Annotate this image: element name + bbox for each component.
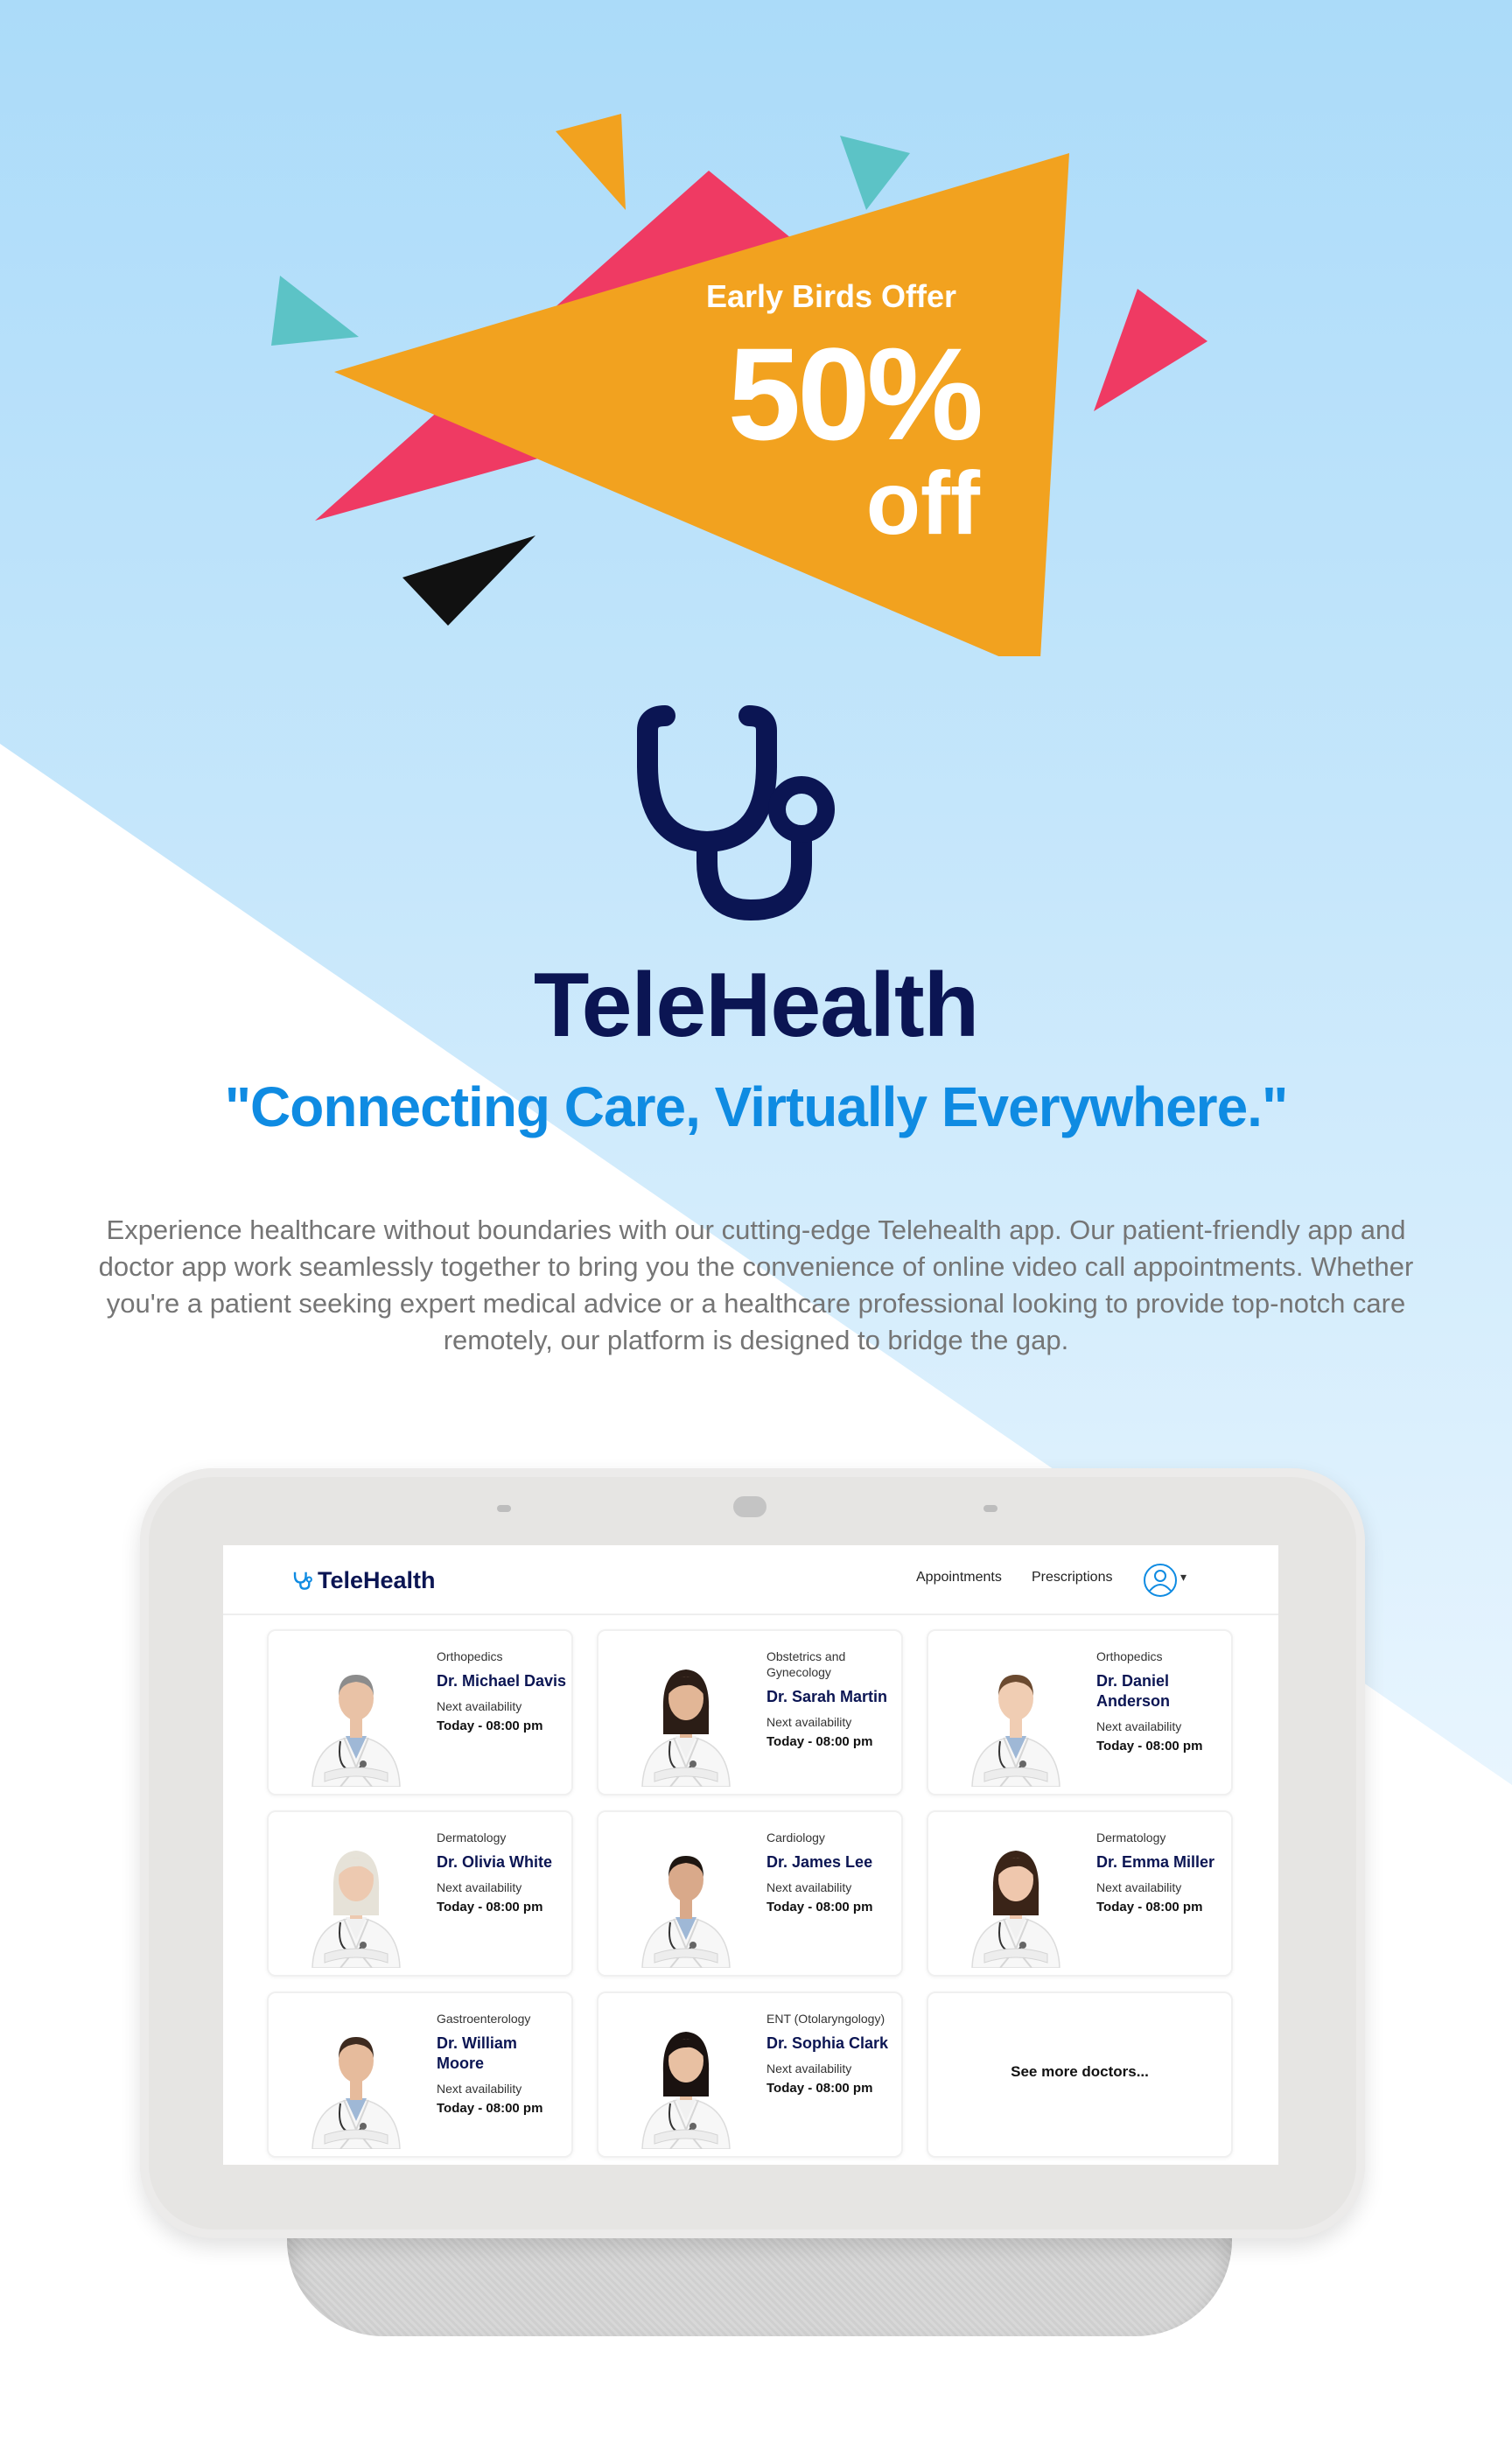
availability-label: Next availability [766,2062,852,2076]
offer-discount: 50% [727,320,984,467]
doctor-photo [312,1675,401,1787]
availability-time: Today - 08:00 pm [766,1734,873,1749]
doctor-name[interactable]: Dr. Olivia White [437,1852,568,1872]
app-logo-text: TeleHealth [318,1566,436,1593]
doctor-photo [312,1851,401,1968]
see-more-card[interactable]: See more doctors... [927,1992,1233,2158]
doctor-photo [312,2037,401,2149]
availability-label: Next availability [437,1880,522,1894]
doctor-specialty: Orthopedics [1096,1649,1163,1663]
doctor-specialty: Orthopedics [437,1649,503,1663]
doctor-card[interactable]: Gastroenterology Dr. William Moore Next … [267,1992,573,2158]
nav-appointments[interactable]: Appointments [916,1570,1002,1586]
availability-label: Next availability [437,1699,522,1713]
doctor-photo [971,1675,1060,1787]
doctor-card[interactable]: Cardiology Dr. James Lee Next availabili… [597,1810,903,1977]
availability-label: Next availability [766,1715,852,1729]
nav-prescriptions[interactable]: Prescriptions [1032,1570,1112,1586]
doctor-photo [641,1670,731,1787]
doctor-card[interactable]: ENT (Otolaryngology) Dr. Sophia Clark Ne… [597,1992,903,2158]
orange-triangle-small [556,114,626,210]
doctor-name[interactable]: Dr. James Lee [766,1852,898,1872]
user-avatar-icon[interactable] [1143,1563,1178,1598]
brand-description: Experience healthcare without boundaries… [98,1214,1414,1355]
app-header: TeleHealth Appointments Prescriptions ▾ [223,1545,1278,1615]
availability-time: Today - 08:00 pm [437,1900,543,1914]
doctor-specialty: Gastroenterology [437,2012,531,2026]
availability-time: Today - 08:00 pm [766,1900,873,1914]
availability-time: Today - 08:00 pm [437,1718,543,1733]
pink-triangle-small [1094,289,1208,411]
brand-tagline: "Connecting Care, Virtually Everywhere." [224,1075,1289,1138]
availability-label: Next availability [1096,1880,1182,1894]
black-triangle [402,536,536,626]
availability-label: Next availability [1096,1719,1182,1733]
availability-time: Today - 08:00 pm [1096,1739,1203,1754]
see-more-link[interactable]: See more doctors... [928,2063,1231,2081]
availability-time: Today - 08:00 pm [1096,1900,1203,1914]
doctor-name[interactable]: Dr. Sophia Clark [766,2034,898,2054]
offer-eyebrow: Early Birds Offer [705,278,957,314]
app-logo[interactable]: TeleHealth [293,1563,436,1598]
stethoscope-icon [637,705,835,921]
doctor-card[interactable]: Orthopedics Dr. Michael Davis Next avail… [267,1629,573,1796]
doctor-specialty: Dermatology [1096,1830,1166,1844]
availability-label: Next availability [437,2082,522,2096]
doctor-photo [641,1856,731,1968]
doctor-card[interactable]: Obstetrics and Gynecology Dr. Sarah Mart… [597,1629,903,1796]
device-sensor-left [497,1505,511,1512]
doctor-photo [641,2032,731,2149]
teal-triangle-top [840,136,910,210]
device-sensor-right [984,1505,998,1512]
doctor-name[interactable]: Dr. Sarah Martin [766,1687,898,1707]
app-screen: TeleHealth Appointments Prescriptions ▾ … [223,1545,1278,2165]
brand-title: TeleHealth [533,955,979,1056]
teal-triangle-left [271,276,359,346]
doctor-name[interactable]: Dr. William Moore [437,2034,568,2074]
chevron-down-icon[interactable]: ▾ [1180,1570,1186,1585]
doctor-card[interactable]: Dermatology Dr. Emma Miller Next availab… [927,1810,1233,1977]
doctor-card[interactable]: Orthopedics Dr. Daniel Anderson Next ava… [927,1629,1233,1796]
availability-time: Today - 08:00 pm [437,2101,543,2116]
doctor-name[interactable]: Dr. Daniel Anderson [1096,1671,1228,1712]
device-camera [733,1496,766,1517]
doctor-card[interactable]: Dermatology Dr. Olivia White Next availa… [267,1810,573,1977]
doctor-name[interactable]: Dr. Michael Davis [437,1671,568,1691]
doctor-specialty: Cardiology [766,1830,825,1844]
doctor-specialty: Obstetrics and Gynecology [766,1649,846,1679]
doctor-name[interactable]: Dr. Emma Miller [1096,1852,1228,1872]
doctor-specialty: ENT (Otolaryngology) [766,2012,886,2026]
availability-time: Today - 08:00 pm [766,2081,873,2096]
stethoscope-icon [293,1572,312,1590]
doctor-photo [971,1851,1060,1968]
offer-suffix: off [865,453,980,553]
availability-label: Next availability [766,1880,852,1894]
doctor-specialty: Dermatology [437,1830,507,1844]
